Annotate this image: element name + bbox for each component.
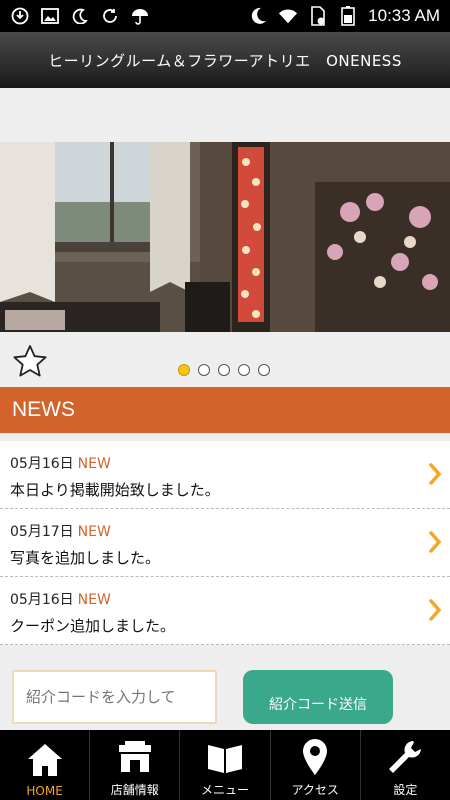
news-date: 05月16日 <box>10 456 74 472</box>
tab-label: アクセス <box>291 783 339 797</box>
tab-label: 店舗情報 <box>110 783 159 797</box>
page-dot[interactable] <box>218 364 230 376</box>
news-item[interactable]: 05月16日 NEW クーポン追加しました。 <box>0 577 450 645</box>
status-bar: 10:33 AM <box>0 0 450 32</box>
do-not-disturb-moon-icon <box>248 6 268 26</box>
chevron-right-icon <box>428 599 442 621</box>
news-item[interactable]: 05月16日 NEW 本日より掲載開始致しました。 <box>0 441 450 509</box>
battery-icon <box>338 6 358 26</box>
tab-menu[interactable]: メニュー <box>180 730 271 800</box>
news-header: NEWS <box>0 387 450 433</box>
referral-code-input[interactable] <box>12 670 217 724</box>
store-icon <box>115 737 155 777</box>
chevron-right-icon <box>428 531 442 553</box>
clock: 10:33 AM <box>368 6 440 25</box>
news-date: 05月16日 <box>10 592 74 608</box>
moon-icon <box>70 6 90 26</box>
news-title: 写真を追加しました。 <box>10 549 161 567</box>
news-title: クーポン追加しました。 <box>10 617 176 635</box>
umbrella-icon <box>130 6 150 26</box>
shop-photo[interactable] <box>0 142 450 332</box>
news-title: 本日より掲載開始致しました。 <box>10 481 220 499</box>
tab-home[interactable]: HOME <box>0 730 91 800</box>
tab-label: メニュー <box>201 783 250 797</box>
system-icons: 10:33 AM <box>248 6 450 26</box>
page-dot[interactable] <box>258 364 270 376</box>
referral-section: 紹介コード送信 <box>0 654 450 730</box>
tab-label: 設定 <box>393 783 418 797</box>
new-badge: NEW <box>77 524 111 540</box>
new-badge: NEW <box>77 456 111 472</box>
wrench-icon <box>385 737 425 777</box>
home-icon <box>25 740 65 780</box>
tab-settings[interactable]: 設定 <box>361 730 450 800</box>
bottom-tab-bar: HOME 店舗情報 メニュー アクセス 設定 <box>0 730 450 800</box>
app-title: ヒーリングルーム＆フラワーアトリエ ONENESS <box>48 51 402 70</box>
book-icon <box>205 737 245 777</box>
chevron-right-icon <box>428 463 442 485</box>
slider-controls <box>0 332 450 386</box>
location-pin-icon <box>295 737 335 777</box>
page-indicator <box>178 364 270 376</box>
notification-icons <box>0 6 150 26</box>
sim-icon <box>308 6 328 26</box>
refresh-icon <box>100 6 120 26</box>
page-dot[interactable] <box>178 364 190 376</box>
sync-icon <box>10 6 30 26</box>
wifi-icon <box>278 6 298 26</box>
tab-store-info[interactable]: 店舗情報 <box>90 730 181 800</box>
news-list: 05月16日 NEW 本日より掲載開始致しました。 05月17日 NEW 写真を追加… <box>0 441 450 645</box>
page-dot[interactable] <box>238 364 250 376</box>
hero-spacer <box>0 88 450 142</box>
news-header-title: NEWS <box>12 398 75 421</box>
new-badge: NEW <box>77 592 111 608</box>
tab-access[interactable]: アクセス <box>271 730 361 800</box>
news-date: 05月17日 <box>10 524 74 540</box>
app-bar: ヒーリングルーム＆フラワーアトリエ ONENESS <box>0 32 450 88</box>
favorite-star-icon[interactable] <box>12 344 48 380</box>
tab-label: HOME <box>26 784 63 798</box>
image-icon <box>40 6 60 26</box>
news-item[interactable]: 05月17日 NEW 写真を追加しました。 <box>0 509 450 577</box>
send-referral-button[interactable]: 紹介コード送信 <box>243 670 393 724</box>
page-dot[interactable] <box>198 364 210 376</box>
